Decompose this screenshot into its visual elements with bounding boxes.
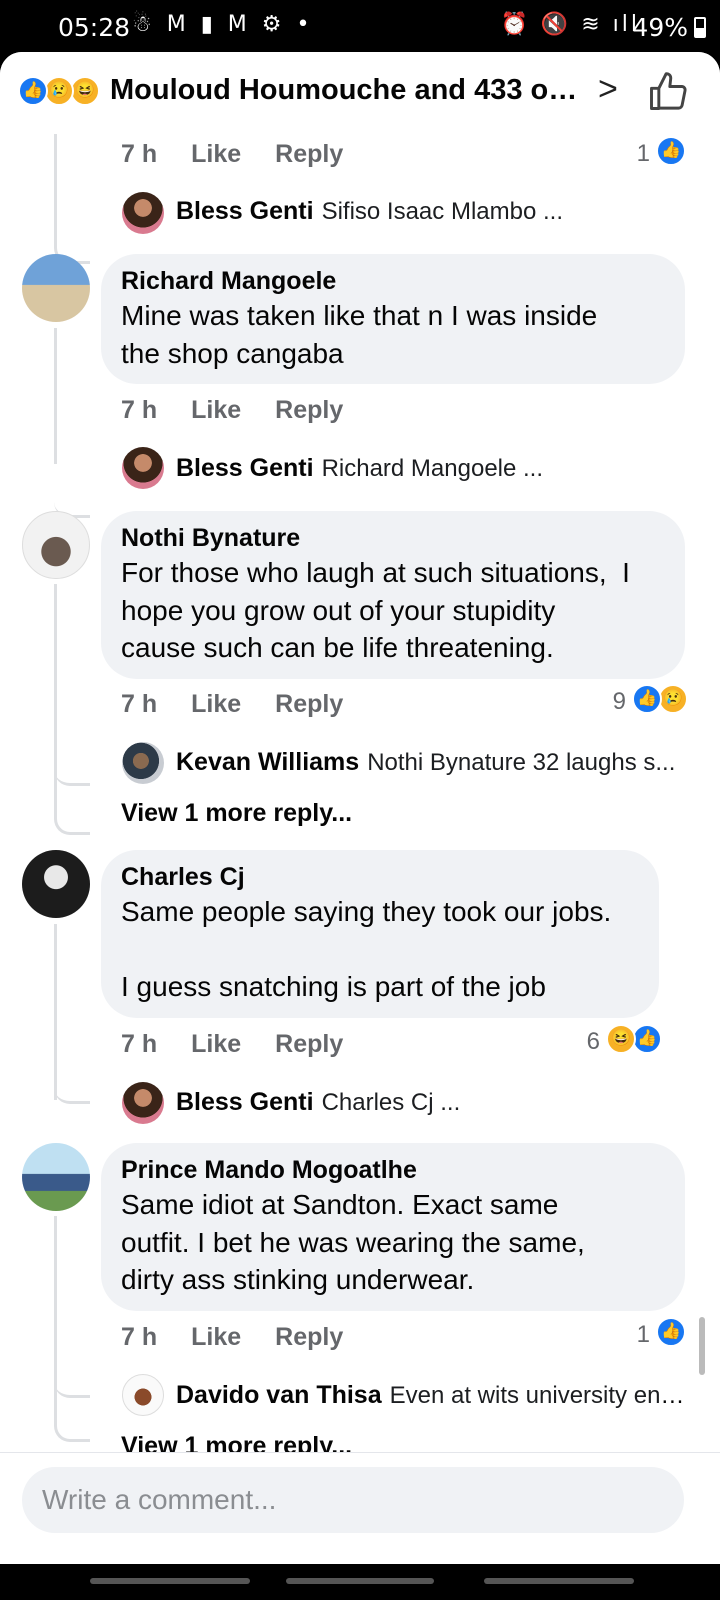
avatar[interactable] — [122, 742, 164, 784]
like-icon: 👍 — [632, 1024, 662, 1054]
status-time: 05:28 — [58, 13, 131, 42]
reactions-header[interactable]: 👍 😢 😆 Mouloud Houmouche and 433 ot... > — [0, 52, 720, 134]
thread-connector — [54, 392, 90, 518]
comment-bubble[interactable]: Richard Mangoele Mine was taken like tha… — [101, 254, 685, 384]
comment-actions: 7 h Like Reply — [121, 1323, 377, 1352]
like-icon: 👍 — [656, 1317, 686, 1347]
comment-text: Same people saying they took our jobs. I… — [121, 896, 612, 1002]
reaction-count: 6 — [586, 1028, 600, 1055]
comment-text: For those who laugh at such situations, … — [121, 557, 630, 663]
reaction-count: 1 — [636, 140, 650, 167]
sad-icon: 😢 — [658, 684, 688, 714]
battery-icon — [694, 17, 706, 38]
like-link[interactable]: Like — [191, 1030, 241, 1058]
reply-preview[interactable]: Bless Genti Sifiso Isaac Mlambo ... — [176, 197, 563, 226]
battery-percent: 49% — [632, 13, 688, 42]
comment-input[interactable] — [22, 1467, 684, 1533]
like-link[interactable]: Like — [191, 140, 241, 168]
comment-time: 7 h — [121, 1030, 158, 1058]
reaction-count: 1 — [636, 1321, 650, 1348]
avatar[interactable] — [122, 447, 164, 489]
avatar[interactable] — [22, 1143, 90, 1211]
like-link[interactable]: Like — [191, 396, 241, 424]
comment-text: Mine was taken like that n I was inside … — [121, 300, 598, 369]
comment-time: 7 h — [121, 396, 158, 424]
comment-author[interactable]: Nothi Bynature — [121, 523, 665, 554]
comment-time: 7 h — [121, 1323, 158, 1351]
reply-link[interactable]: Reply — [275, 690, 343, 718]
system-nav-bar — [0, 1564, 720, 1600]
reactions-summary[interactable]: Mouloud Houmouche and 433 ot... — [110, 74, 582, 107]
thread-connector — [54, 1352, 90, 1442]
comment-time: 7 h — [121, 690, 158, 718]
comment-author[interactable]: Charles Cj — [121, 862, 639, 893]
chevron-right-icon[interactable]: > — [598, 70, 618, 109]
like-link[interactable]: Like — [191, 1323, 241, 1351]
notification-icons: ☃ M ▮ M ⚙ • — [132, 12, 314, 37]
like-link[interactable]: Like — [191, 690, 241, 718]
reply-preview[interactable]: Kevan Williams Nothi Bynature 32 laughs s… — [176, 748, 675, 777]
sad-icon: 😢 — [44, 76, 74, 106]
reply-link[interactable]: Reply — [275, 1323, 343, 1351]
avatar[interactable] — [22, 511, 90, 579]
reply-preview[interactable]: Bless Genti Charles Cj ... — [176, 1088, 460, 1117]
thread-connector — [54, 134, 90, 264]
comment-time: 7 h — [121, 140, 158, 168]
status-bar: 05:28 ☃ M ▮ M ⚙ • ⏰ 🔇 ≋ ıll 49% — [0, 0, 720, 52]
thread-line — [54, 584, 57, 744]
avatar[interactable] — [122, 1082, 164, 1124]
nav-back-button[interactable] — [484, 1578, 634, 1584]
nav-recent-button[interactable] — [90, 1578, 250, 1584]
comment-author[interactable]: Richard Mangoele — [121, 266, 665, 297]
reaction-count: 9 — [612, 688, 626, 715]
comment-bubble[interactable]: Charles Cj Same people saying they took … — [101, 850, 659, 1018]
haha-icon: 😆 — [70, 76, 100, 106]
scrollbar[interactable] — [699, 1317, 705, 1375]
reply-preview[interactable]: Davido van Thisa Even at wits university … — [176, 1381, 686, 1410]
comments-sheet: 👍 😢 😆 Mouloud Houmouche and 433 ot... > … — [0, 52, 720, 1564]
comment-bubble[interactable]: Prince Mando Mogoatlhe Same idiot at San… — [101, 1143, 685, 1311]
system-icons: ⏰ 🔇 ≋ ıll — [500, 12, 640, 37]
reply-link[interactable]: Reply — [275, 140, 343, 168]
comment-actions: 7 h Like Reply — [121, 690, 377, 719]
like-icon: 👍 — [18, 76, 48, 106]
comment-author[interactable]: Prince Mando Mogoatlhe — [121, 1155, 665, 1186]
reply-preview[interactable]: Bless Genti Richard Mangoele ... — [176, 454, 543, 483]
comment-actions: 7 h Like Reply — [121, 1030, 377, 1059]
comment-bubble[interactable]: Nothi Bynature For those who laugh at su… — [101, 511, 685, 679]
avatar[interactable] — [122, 192, 164, 234]
reply-link[interactable]: Reply — [275, 396, 343, 424]
reply-link[interactable]: Reply — [275, 1030, 343, 1058]
like-icon: 👍 — [632, 684, 662, 714]
like-icon: 👍 — [656, 136, 686, 166]
thread-connector — [54, 1052, 90, 1104]
avatar[interactable] — [22, 850, 90, 918]
thumbs-up-icon[interactable] — [646, 70, 690, 114]
comment-actions: 7 h Like Reply — [121, 396, 377, 425]
comment-composer — [0, 1452, 720, 1564]
avatar[interactable] — [122, 1374, 164, 1416]
thread-connector — [54, 742, 90, 835]
haha-icon: 😆 — [606, 1024, 636, 1054]
nav-home-button[interactable] — [286, 1578, 434, 1584]
view-more-replies[interactable]: View 1 more reply... — [121, 799, 352, 828]
avatar[interactable] — [22, 254, 90, 322]
comment-actions: 7 h Like Reply — [121, 140, 377, 169]
comment-text: Same idiot at Sandton. Exact same outfit… — [121, 1189, 585, 1295]
